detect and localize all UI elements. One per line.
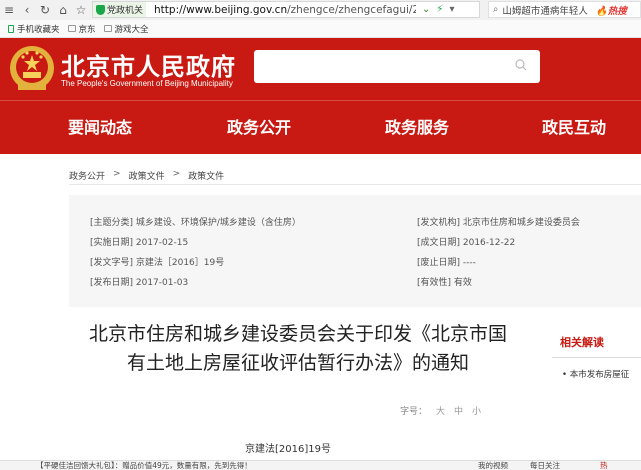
meta-topic: [主题分类] 城乡建设、环境保护/城乡建设（含住房） xyxy=(90,218,301,228)
url-field[interactable]: 党政机关 http://www.beijing.gov.cn/zhengce/z… xyxy=(92,1,480,18)
bookmark-mobile[interactable]: 手机收藏夹 xyxy=(8,23,60,35)
divider xyxy=(69,184,641,185)
breadcrumb: 政务公开 > 政策文件 > 政策文件 xyxy=(69,169,224,182)
breadcrumb-item[interactable]: 政策文件 xyxy=(129,169,165,182)
font-size-switcher: 字号： 大 中 小 xyxy=(400,404,481,417)
page-icon xyxy=(103,25,112,32)
search-icon[interactable] xyxy=(515,59,527,71)
nav-gov-services[interactable]: 政务服务 xyxy=(385,101,449,155)
my-videos-link[interactable]: 我的视频 xyxy=(478,461,508,470)
breadcrumb-item[interactable]: 政策文件 xyxy=(188,169,224,182)
meta-effective-date: [实施日期] 2017-02-15 xyxy=(90,238,189,248)
page-icon xyxy=(67,25,76,32)
lightning-icon[interactable]: ⚡ xyxy=(436,4,443,15)
bookmark-jd[interactable]: 京东 xyxy=(67,23,96,35)
article-title: 北京市住房和城乡建设委员会关于印发《北京市国 有土地上房屋征收评估暂行办法》的通… xyxy=(88,323,507,374)
national-emblem-icon[interactable] xyxy=(8,43,56,93)
hot-link[interactable]: 热 xyxy=(600,461,608,470)
home-menu-icon[interactable]: ≡ xyxy=(0,0,18,20)
site-search-input[interactable] xyxy=(254,50,540,83)
related-item[interactable]: • 本市发布房屋征 xyxy=(552,358,641,380)
breadcrumb-item[interactable]: 政务公开 xyxy=(69,169,105,182)
bottom-ad-text[interactable]: 【平硬佳洁回馈大礼包】：赠品价值49元，数量有限，先到先得！ xyxy=(36,461,252,470)
url-text[interactable]: http://www.beijing.gov.cn/zhengce/zhengc… xyxy=(146,4,416,16)
document-meta-box: [主题分类] 城乡建设、环境保护/城乡建设（含住房） [发文机构] 北京市住房和… xyxy=(69,195,641,307)
chevron-down-icon[interactable]: ⌄ xyxy=(422,4,430,15)
meta-doc-number: [发文字号] 京建法［2016］19号 xyxy=(90,258,225,268)
shield-icon xyxy=(96,4,105,15)
site-chip-label: 党政机关 xyxy=(107,6,144,16)
meta-issuer: [发文机构] 北京市住房和城乡建设委员会 xyxy=(417,218,580,228)
font-size-medium[interactable]: 中 xyxy=(454,404,463,417)
search-query: 山姆超市通病年轻人 xyxy=(502,5,588,17)
hot-search-badge[interactable]: 🔥热搜 xyxy=(596,3,627,17)
font-size-label: 字号： xyxy=(400,407,428,417)
nav-gov-affairs[interactable]: 政务公开 xyxy=(227,101,291,155)
site-header: 北京市人民政府 The People's Government of Beiji… xyxy=(0,38,641,100)
browser-bottom-bar: 【平硬佳洁回馈大礼包】：赠品价值49元，数量有限，先到先得！ 我的视频 每日关注… xyxy=(0,460,641,470)
main-nav: 要闻动态 政务公开 政务服务 政民互动 xyxy=(0,100,641,154)
browser-search-box[interactable]: ⌕ 山姆超市通病年轻人 🔥热搜 xyxy=(488,1,641,18)
site-title[interactable]: 北京市人民政府 xyxy=(61,47,236,82)
related-panel: 相关解读 • 本市发布房屋征 xyxy=(552,334,641,380)
daily-focus-link[interactable]: 每日关注 xyxy=(530,461,560,470)
font-size-small[interactable]: 小 xyxy=(472,404,481,417)
site-title-en: The People's Government of Beijing Munic… xyxy=(61,79,233,88)
bookmarks-bar: 手机收藏夹 京东 游戏大全 xyxy=(0,20,641,38)
meta-formed-date: [成文日期] 2016-12-22 xyxy=(417,238,516,248)
nav-interaction[interactable]: 政民互动 xyxy=(542,101,606,155)
dropdown-icon[interactable]: ▾ xyxy=(449,4,454,15)
search-icon: ⌕ xyxy=(493,4,499,15)
breadcrumb-separator: > xyxy=(172,169,181,179)
meta-validity: [有效性] 有效 xyxy=(417,278,472,288)
nav-news[interactable]: 要闻动态 xyxy=(68,101,132,155)
meta-publish-date: [发布日期] 2017-01-03 xyxy=(90,278,189,288)
bookmark-games[interactable]: 游戏大全 xyxy=(103,23,149,35)
font-size-large[interactable]: 大 xyxy=(436,404,445,417)
breadcrumb-separator: > xyxy=(113,169,121,179)
site-identity-chip[interactable]: 党政机关 xyxy=(93,2,147,17)
phone-icon xyxy=(8,24,14,33)
related-heading: 相关解读 xyxy=(552,334,641,358)
document-number: 京建法[2016]19号 xyxy=(245,444,331,455)
star-icon[interactable]: ☆ xyxy=(72,0,90,20)
reload-icon[interactable]: ↻ xyxy=(36,0,54,20)
home-icon[interactable]: ⌂ xyxy=(54,0,72,20)
meta-repeal-date: [废止日期] ---- xyxy=(417,258,476,268)
back-icon[interactable]: ‹ xyxy=(18,0,36,20)
